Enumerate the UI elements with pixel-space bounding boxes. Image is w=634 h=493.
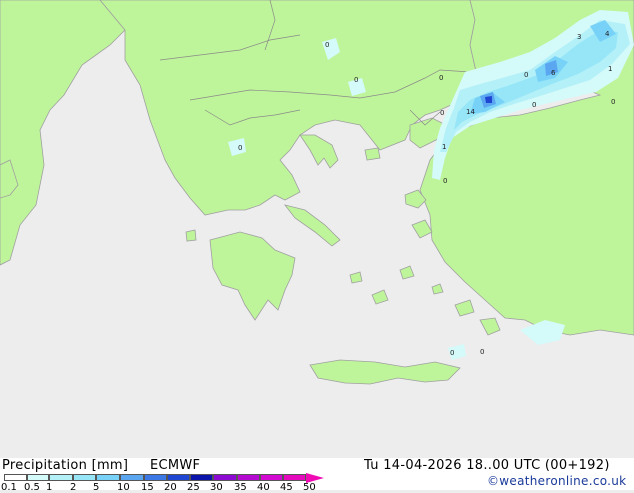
precip-label: 0 <box>443 177 447 185</box>
legend-swatch <box>190 474 213 481</box>
legend-tick-label: 0.5 <box>24 482 40 493</box>
legend-swatch <box>260 474 283 481</box>
precip-label: 6 <box>551 69 556 77</box>
legend-tick-label: 5 <box>93 482 100 493</box>
legend-tick-label: 20 <box>164 482 177 493</box>
legend-tick-label: 10 <box>117 482 130 493</box>
legend-swatch <box>49 474 73 481</box>
legend-tick-label: 0.1 <box>1 482 17 493</box>
precip-label: 0 <box>439 74 443 82</box>
precip-label: 0 <box>238 144 242 152</box>
legend-swatch <box>4 474 27 481</box>
legend-tick-label: 25 <box>187 482 200 493</box>
credit-link[interactable]: ©weatheronline.co.uk <box>487 474 626 488</box>
legend-swatch <box>213 474 237 481</box>
legend-tick-label: 50 <box>303 482 316 493</box>
legend-tick-label: 30 <box>210 482 223 493</box>
map-footer: Precipitation [mm] ECMWF Tu 14-04-2026 1… <box>0 458 634 493</box>
precip-label: 0 <box>611 98 615 106</box>
precip-label: 0 <box>325 41 329 49</box>
legend-bar <box>4 473 324 483</box>
legend-swatch <box>96 474 120 481</box>
precip-label: 14 <box>466 108 475 116</box>
precip-label: 0 <box>524 71 528 79</box>
precip-label: 1 <box>608 65 612 73</box>
legend-tick-label: 15 <box>141 482 154 493</box>
forecast-datetime: Tu 14-04-2026 18..00 UTC (00+192) <box>364 458 610 473</box>
legend-swatch <box>283 474 306 481</box>
precip-label: 3 <box>577 33 581 41</box>
precipitation-map: 0 0 0 0 14 0 1 0 0 3 4 0 6 1 0 0 0 <box>0 0 634 458</box>
model-name: ECMWF <box>150 458 201 473</box>
legend-swatch <box>144 474 167 481</box>
legend-tick-label: 40 <box>257 482 270 493</box>
precip-label: 4 <box>605 30 610 38</box>
precip-label: 0 <box>450 349 454 357</box>
legend-swatch <box>73 474 96 481</box>
legend-tick-label: 45 <box>280 482 293 493</box>
map-title: Precipitation [mm] <box>2 458 129 473</box>
precip-label: 0 <box>354 76 358 84</box>
legend-tick-label: 35 <box>234 482 247 493</box>
legend-swatch <box>237 474 260 481</box>
legend-swatch <box>167 474 190 481</box>
precip-label: 0 <box>480 348 484 356</box>
precip-label: 1 <box>442 143 446 151</box>
legend-swatch <box>27 474 49 481</box>
land-crete <box>309 359 461 385</box>
precip-label: 0 <box>532 101 536 109</box>
legend-swatch <box>120 474 144 481</box>
legend-tick-label: 2 <box>70 482 77 493</box>
legend-tick-label: 1 <box>46 482 53 493</box>
precip-label: 0 <box>440 109 444 117</box>
